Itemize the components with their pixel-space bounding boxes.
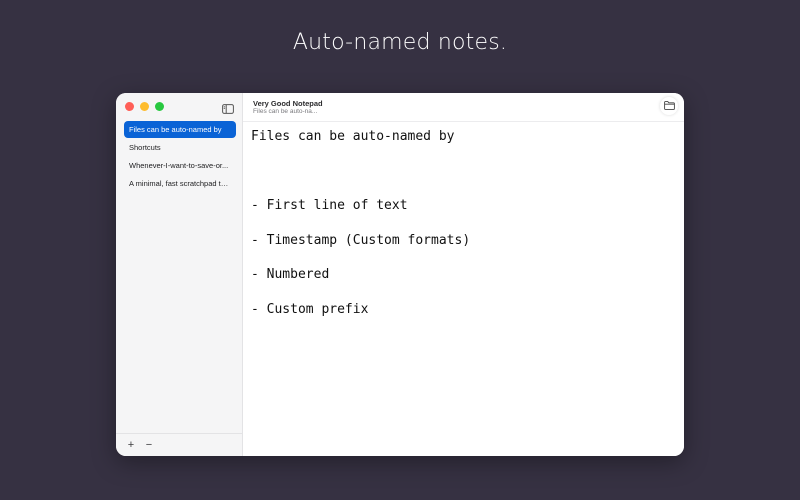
note-list-item[interactable]: Files can be auto-named by — [124, 121, 236, 138]
window-controls — [125, 102, 164, 111]
app-window: Files can be auto-named by Shortcuts Whe… — [116, 93, 684, 456]
editor-pane: Very Good Notepad Files can be auto-na..… — [243, 93, 684, 456]
folder-icon — [663, 97, 675, 115]
text-line — [251, 163, 674, 180]
note-list-item[interactable]: Shortcuts — [124, 139, 236, 156]
text-line: - First line of text — [251, 198, 408, 213]
window-subtitle: Files can be auto-na... — [253, 108, 318, 115]
marketing-headline: Auto-named notes. — [292, 30, 508, 55]
zoom-window-button[interactable] — [155, 102, 164, 111]
sidebar-footer: + − — [116, 433, 242, 456]
text-line: Files can be auto-named by — [251, 129, 455, 144]
add-note-button[interactable]: + — [126, 439, 136, 451]
open-folder-button[interactable] — [660, 97, 678, 115]
close-window-button[interactable] — [125, 102, 134, 111]
sidebar: Files can be auto-named by Shortcuts Whe… — [116, 93, 243, 456]
text-line: - Numbered — [251, 267, 330, 282]
minimize-window-button[interactable] — [140, 102, 149, 111]
title-bar: Very Good Notepad Files can be auto-na..… — [243, 93, 684, 122]
note-text-area[interactable]: Files can be auto-named by - First line … — [251, 128, 674, 335]
window-title: Very Good Notepad — [253, 99, 323, 108]
text-line: - Timestamp (Custom formats) — [251, 232, 471, 248]
text-line: - Custom prefix — [251, 301, 369, 317]
note-list-item[interactable]: Whenever-I-want-to-save-or... — [124, 157, 236, 174]
remove-note-button[interactable]: − — [144, 439, 154, 451]
note-list-item[interactable]: A minimal, fast scratchpad te... — [124, 175, 236, 192]
sidebar-toggle-icon[interactable] — [222, 101, 234, 114]
note-list: Files can be auto-named by Shortcuts Whe… — [124, 121, 236, 193]
